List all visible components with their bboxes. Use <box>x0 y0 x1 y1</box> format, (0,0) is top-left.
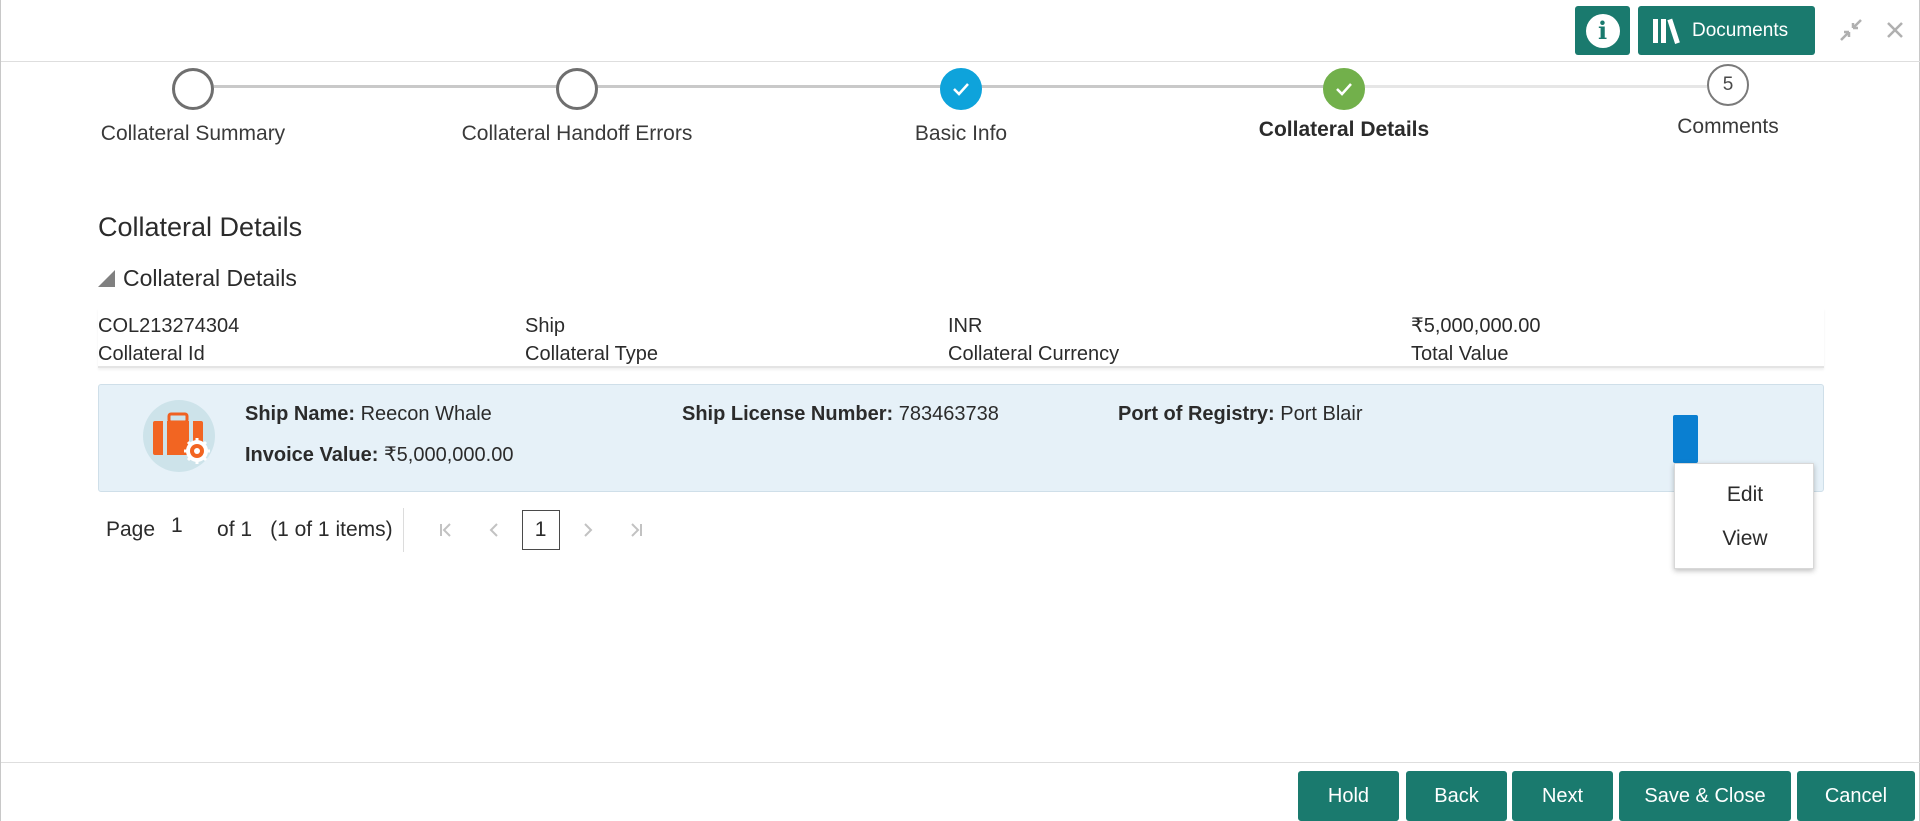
info-icon: i <box>1585 13 1620 48</box>
step-number: 5 <box>1707 64 1749 106</box>
items-count-label: (1 of 1 items) <box>270 518 393 541</box>
back-button[interactable]: Back <box>1406 771 1507 821</box>
invoice-value-field: Invoice Value: ₹5,000,000.00 <box>245 442 513 467</box>
port-registry-field: Port of Registry: Port Blair <box>1118 403 1363 426</box>
summary-collateral-currency: INR Collateral Currency <box>948 312 1119 368</box>
card-menu-button[interactable] <box>1673 415 1698 463</box>
cancel-button[interactable]: Cancel <box>1797 771 1915 821</box>
invoice-value-label: Invoice Value: <box>245 444 379 466</box>
ship-name-field: Ship Name: Reecon Whale <box>245 403 492 426</box>
info-button[interactable]: i <box>1575 6 1630 55</box>
next-page-icon[interactable] <box>564 510 612 550</box>
port-registry-label: Port of Registry: <box>1118 403 1275 425</box>
step-label: Comments <box>1677 115 1779 138</box>
page-number-button[interactable]: 1 <box>521 510 560 550</box>
check-icon <box>940 68 982 110</box>
pager-divider <box>402 508 404 552</box>
page-of-label: of 1 <box>217 518 253 541</box>
ship-license-value: 783463738 <box>898 403 999 425</box>
ship-name-label: Ship Name: <box>245 403 356 425</box>
section-toggle[interactable]: Collateral Details <box>98 265 297 292</box>
summary-collateral-id: COL213274304 Collateral Id <box>98 312 239 368</box>
save-close-button[interactable]: Save & Close <box>1619 771 1791 821</box>
documents-button[interactable]: Documents <box>1638 6 1815 55</box>
summary-total-value: ₹5,000,000.00 Total Value <box>1411 312 1541 368</box>
port-registry-value: Port Blair <box>1280 403 1363 425</box>
last-page-icon[interactable] <box>612 510 660 550</box>
collapse-triangle-icon <box>98 270 115 287</box>
step-basic-info[interactable]: Basic Info <box>811 68 1111 146</box>
step-label: Collateral Summary <box>100 122 286 145</box>
first-page-icon[interactable] <box>422 510 470 550</box>
summary-caption: Total Value <box>1411 343 1509 365</box>
library-icon <box>1653 18 1680 44</box>
invoice-value: ₹5,000,000.00 <box>383 444 514 466</box>
step-comments[interactable]: 5 Comments <box>1578 64 1878 139</box>
stepper-track <box>214 85 1343 88</box>
summary-caption: Collateral Type <box>525 343 659 365</box>
summary-value: INR <box>948 315 983 337</box>
collateral-card: Ship Name: Reecon Whale Ship License Num… <box>98 384 1824 492</box>
step-label: Collateral Handoff Errors <box>461 122 693 145</box>
check-icon <box>1323 68 1365 110</box>
page-input[interactable]: 1 <box>171 514 211 538</box>
header-bar: i Documents <box>1 0 1920 62</box>
section-title: Collateral Details <box>123 265 297 291</box>
step-label: Basic Info <box>914 122 1008 145</box>
ship-license-field: Ship License Number: 783463738 <box>682 403 999 426</box>
collateral-summary-band: COL213274304 Collateral Id Ship Collater… <box>98 308 1824 368</box>
summary-value: ₹5,000,000.00 <box>1411 315 1541 337</box>
briefcase-gear-icon <box>143 400 215 472</box>
summary-value: COL213274304 <box>98 315 240 337</box>
card-context-menu: Edit View <box>1674 463 1814 569</box>
step-collateral-summary[interactable]: Collateral Summary <box>43 68 343 146</box>
ship-name-value: Reecon Whale <box>360 403 492 425</box>
pagination: Page 1 of 1 (1 of 1 items) 1 <box>98 508 660 552</box>
ship-license-label: Ship License Number: <box>682 403 894 425</box>
close-icon[interactable] <box>1881 16 1909 44</box>
page-label: Page <box>106 518 156 541</box>
step-dot <box>556 68 598 110</box>
menu-item-edit[interactable]: Edit <box>1675 473 1815 517</box>
footer-bar: Hold Back Next Save & Close Cancel <box>1 762 1920 821</box>
summary-value: Ship <box>525 315 566 337</box>
minimize-icon[interactable] <box>1837 16 1865 44</box>
menu-item-view[interactable]: View <box>1675 517 1815 561</box>
progress-stepper: Collateral Summary Collateral Handoff Er… <box>1 62 1920 162</box>
previous-page-icon[interactable] <box>470 510 518 550</box>
step-collateral-details[interactable]: Collateral Details <box>1194 68 1494 142</box>
page-title: Collateral Details <box>98 212 303 242</box>
step-label: Collateral Details <box>1258 118 1430 141</box>
next-button[interactable]: Next <box>1512 771 1613 821</box>
documents-label: Documents <box>1692 19 1789 41</box>
summary-caption: Collateral Id <box>98 343 205 365</box>
summary-collateral-type: Ship Collateral Type <box>525 312 658 368</box>
hold-button[interactable]: Hold <box>1298 771 1399 821</box>
app-window: i Documents Collateral Summary Collatera… <box>0 0 1920 821</box>
summary-caption: Collateral Currency <box>948 343 1120 365</box>
step-dot <box>172 68 214 110</box>
step-collateral-handoff-errors[interactable]: Collateral Handoff Errors <box>427 68 727 146</box>
